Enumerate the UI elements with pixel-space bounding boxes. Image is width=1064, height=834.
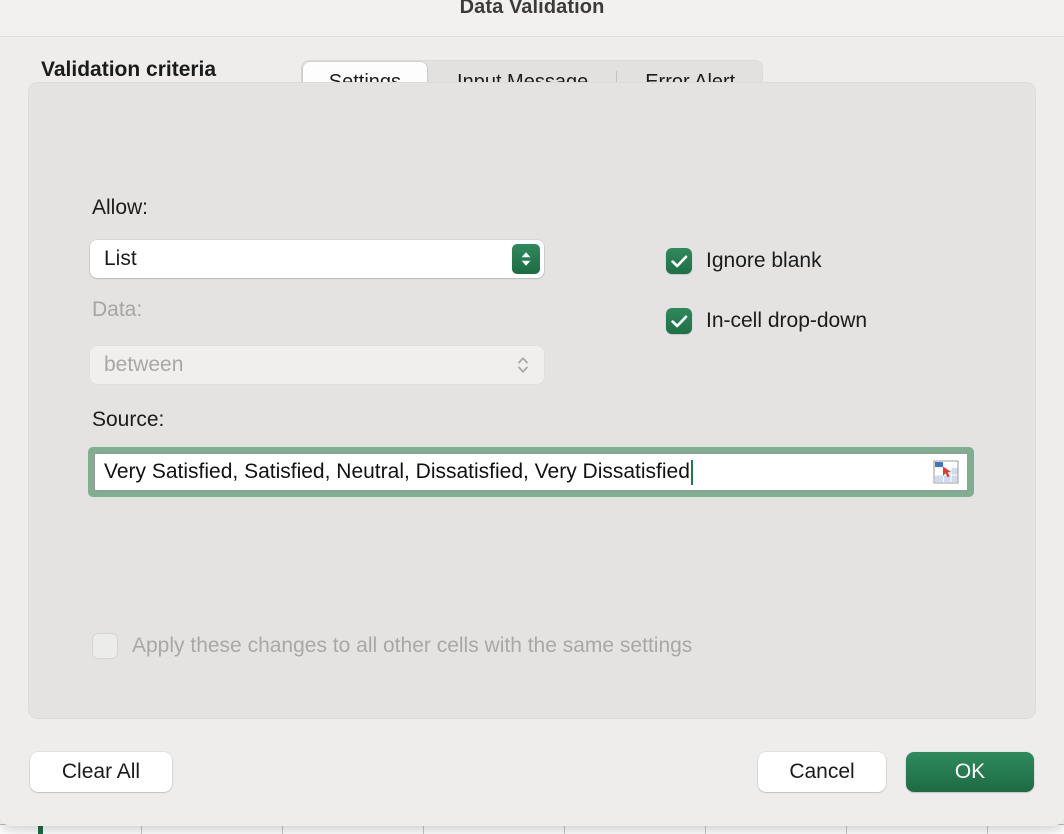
dialog-titlebar: Data Validation (0, 0, 1064, 37)
text-caret (690, 459, 693, 485)
data-label: Data: (92, 298, 143, 321)
ignore-blank-checkbox-row[interactable]: Ignore blank (666, 248, 822, 274)
ok-button[interactable]: OK (906, 752, 1034, 792)
apply-all-label: Apply these changes to all other cells w… (132, 634, 693, 657)
in-cell-dropdown-label: In-cell drop-down (706, 309, 868, 332)
settings-panel (28, 82, 1036, 719)
data-validation-dialog: Data Validation Settings Input Message E… (0, 0, 1064, 826)
chevron-up-down-icon (512, 350, 534, 380)
cancel-button[interactable]: Cancel (758, 752, 886, 792)
ignore-blank-label: Ignore blank (706, 249, 822, 272)
chevron-up-down-icon (512, 244, 540, 274)
source-input[interactable]: Very Satisfied, Satisfied, Neutral, Diss… (94, 453, 968, 491)
allow-label: Allow: (92, 196, 149, 219)
apply-all-checkbox-row: Apply these changes to all other cells w… (92, 633, 692, 659)
dialog-title: Data Validation (459, 0, 605, 18)
checkbox-checked-icon[interactable] (666, 308, 692, 334)
data-dropdown-value: between (104, 353, 184, 376)
in-cell-dropdown-checkbox-row[interactable]: In-cell drop-down (666, 308, 867, 334)
clear-all-button[interactable]: Clear All (30, 752, 172, 792)
checkbox-unchecked-icon (92, 633, 118, 659)
validation-criteria-heading: Validation criteria (41, 58, 217, 81)
active-cell-marker (38, 825, 43, 834)
checkbox-checked-icon[interactable] (666, 248, 692, 274)
allow-dropdown[interactable]: List (90, 240, 544, 278)
source-input-value: Very Satisfied, Satisfied, Neutral, Diss… (104, 460, 690, 483)
source-label: Source: (92, 408, 165, 431)
select-range-icon[interactable] (933, 460, 959, 484)
allow-dropdown-value: List (104, 247, 137, 270)
source-field-focus-ring: Very Satisfied, Satisfied, Neutral, Diss… (88, 447, 974, 497)
data-dropdown: between (90, 346, 544, 384)
